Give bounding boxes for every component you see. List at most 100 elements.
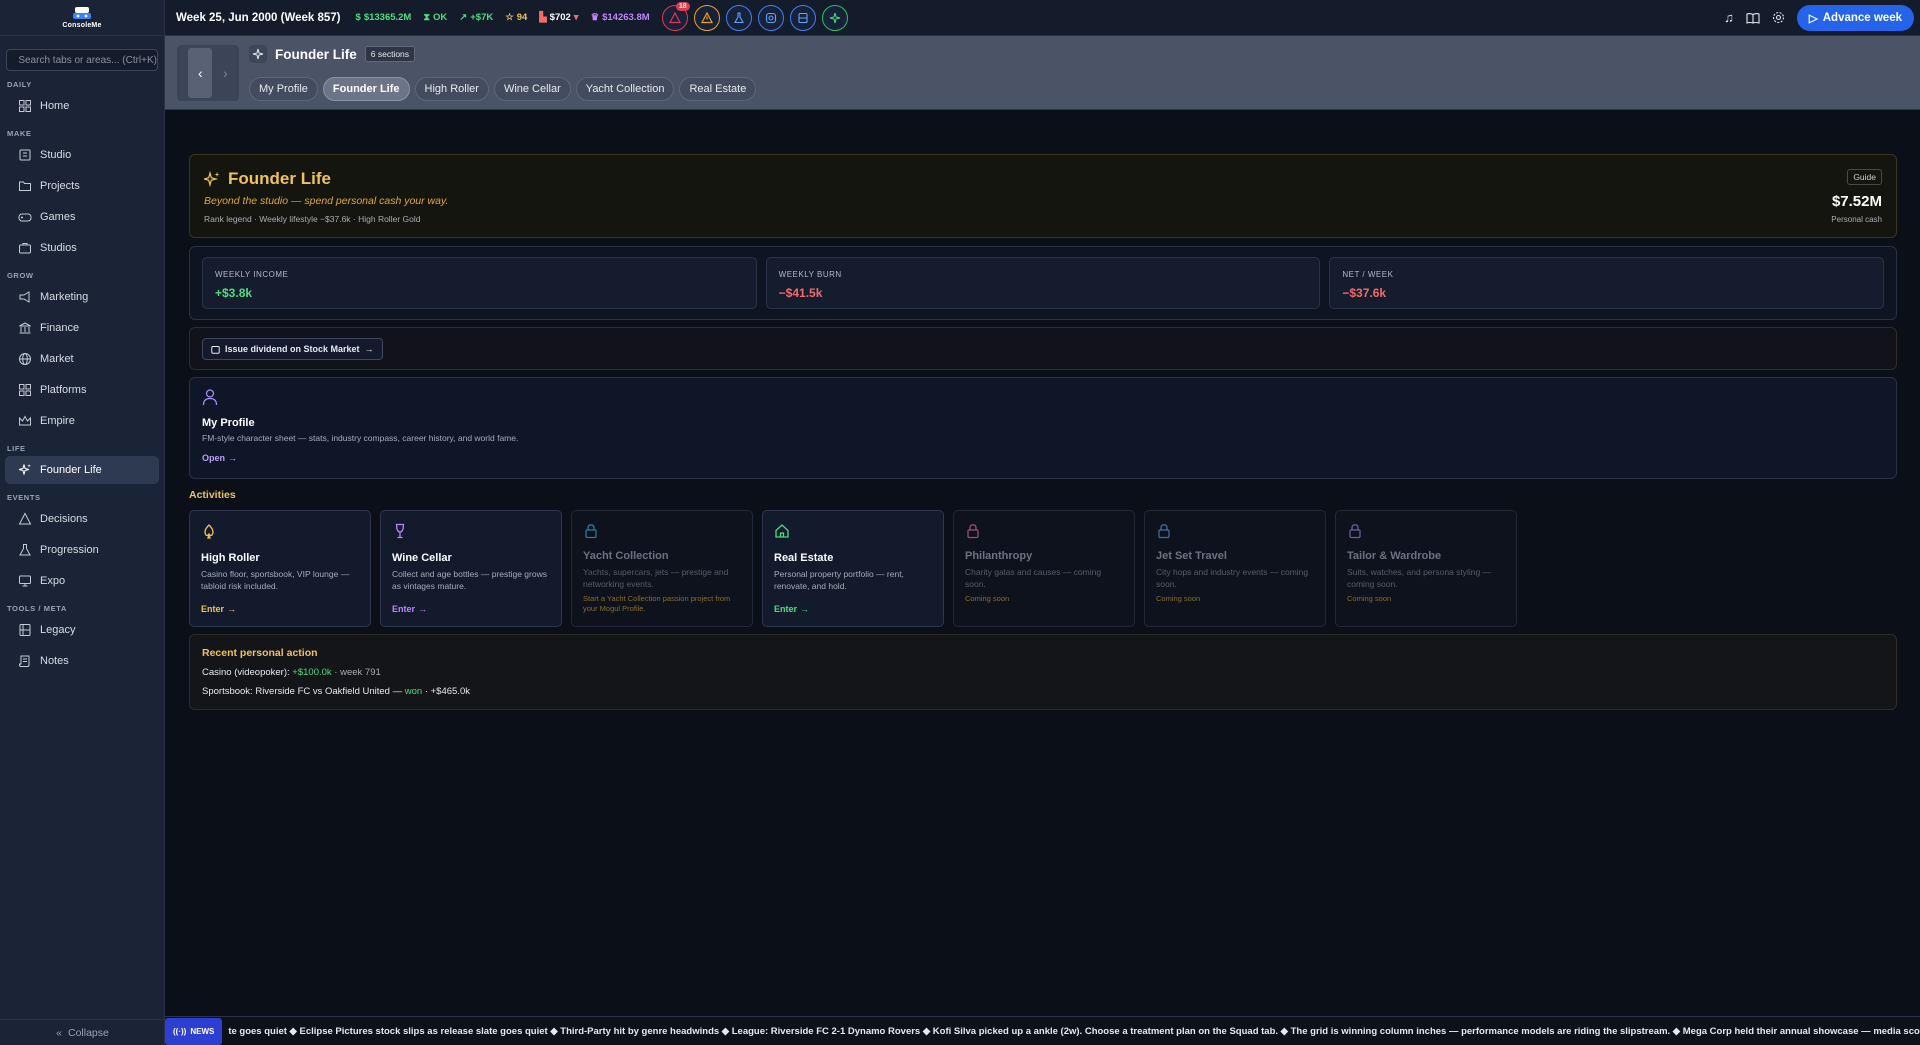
section-tabs: My Profile Founder Life High Roller Wine Ce… — [249, 77, 757, 101]
price-value: $702 — [549, 12, 571, 23]
sidebar-item-progression[interactable]: Progression — [5, 536, 159, 564]
book-icon[interactable] — [1746, 12, 1760, 24]
price-stat[interactable]: ▙ $702 ▾ — [539, 12, 578, 23]
sidebar-item-notes[interactable]: Notes — [5, 647, 159, 675]
broadcast-icon: ((·)) — [173, 1026, 187, 1036]
trend-stat[interactable]: ↗ +$7K — [459, 12, 493, 23]
sidebar-item-market[interactable]: Market — [5, 345, 159, 373]
tab-my-profile[interactable]: My Profile — [249, 77, 318, 101]
sidebar-item-legacy[interactable]: Legacy — [5, 616, 159, 644]
advance-week-button[interactable]: ▷ Advance week — [1796, 4, 1914, 31]
sparkles-icon — [204, 171, 220, 187]
crown-icon: ♛ — [590, 12, 600, 23]
rating-value: 94 — [516, 12, 528, 23]
activity-card-wine-cellar[interactable]: Wine Cellar Collect and age bottles — pre… — [380, 510, 562, 627]
sidebar-item-studios[interactable]: Studios — [5, 234, 159, 262]
sidebar-item-label: Finance — [40, 322, 80, 334]
settings-cog-button[interactable] — [757, 4, 784, 31]
sidebar-item-finance[interactable]: Finance — [5, 314, 159, 342]
activity-card-philanthropy: Philanthropy Charity galas and causes — c… — [953, 510, 1135, 627]
sidebar-item-label: Marketing — [40, 291, 89, 303]
stat-label: WEEKLY BURN — [778, 270, 842, 279]
sidebar-item-marketing[interactable]: Marketing — [5, 283, 159, 311]
globe-icon — [19, 353, 31, 365]
collapse-button[interactable]: « Collapse — [0, 1019, 165, 1045]
guide-button[interactable]: Guide — [1847, 169, 1882, 185]
activity-note: Coming soon — [1156, 593, 1201, 603]
tab-yacht-collection[interactable]: Yacht Collection — [575, 77, 675, 101]
dividend-panel: Issue dividend on Stock Market → — [189, 327, 1897, 370]
activity-card-high-roller[interactable]: High Roller Casino floor, sportsbook, VIP… — [189, 510, 371, 627]
profile-open-link[interactable]: Open → — [202, 453, 1884, 463]
sidebar-item-founder-life[interactable]: Founder Life — [5, 456, 159, 484]
hero-meta: Rank legend · Weekly lifestyle −$37.6k ·… — [204, 214, 421, 224]
personal-cash-label: Personal cash — [1831, 215, 1882, 224]
back-button[interactable]: ‹ — [188, 48, 213, 98]
gear-icon[interactable] — [1772, 11, 1785, 24]
activity-enter-link[interactable]: Enter → — [774, 604, 809, 614]
sidebar-item-label: Progression — [40, 544, 99, 556]
news-badge[interactable]: ((·)) NEWS — [165, 1017, 223, 1045]
sidebar-item-expo[interactable]: Expo — [5, 567, 159, 595]
hero-title: Founder Life — [228, 169, 331, 188]
sidebar-item-studio[interactable]: Studio — [5, 141, 159, 169]
app-logo[interactable]: ConsoleMe — [0, 0, 164, 36]
stat-value: +$3.8k — [215, 286, 253, 300]
activity-enter-link[interactable]: Enter → — [392, 604, 427, 614]
sidebar-item-decisions[interactable]: Decisions — [5, 505, 159, 533]
music-icon[interactable]: ♫ — [1724, 10, 1734, 25]
sidebar-search-input[interactable]: Search tabs or areas... (Ctrl+K) — [6, 49, 158, 71]
folder-icon — [19, 181, 31, 191]
sidebar-item-projects[interactable]: Projects — [5, 172, 159, 200]
rating-stat[interactable]: ☆ 94 — [505, 12, 527, 23]
grid-icon — [19, 100, 31, 112]
issue-dividend-button[interactable]: Issue dividend on Stock Market → — [202, 338, 383, 360]
activity-desc: Casino floor, sportsbook, VIP lounge — t… — [201, 569, 350, 592]
tab-founder-life[interactable]: Founder Life — [322, 77, 410, 101]
recent-line1-suffix: · week 791 — [331, 667, 381, 678]
recent-line-casino: Casino (videopoker): +$100.0k · week 791 — [202, 667, 1884, 678]
recent-line2-prefix: Sportsbook: Riverside FC vs Oakfield Uni… — [202, 686, 405, 697]
activity-card-tailor-wardrobe: Tailor & Wardrobe Suits, watches, and per… — [1335, 510, 1517, 627]
sidebar-item-empire[interactable]: Empire — [5, 407, 159, 435]
trend-value: +$7K — [470, 12, 494, 23]
sidebar-item-platforms[interactable]: Platforms — [5, 376, 159, 404]
flask-icon — [19, 544, 31, 556]
tab-high-roller[interactable]: High Roller — [414, 77, 489, 101]
caret-down-icon: ▾ — [573, 12, 579, 23]
sidebar-item-home[interactable]: Home — [5, 92, 159, 120]
cash-value: $13365.2M — [363, 12, 412, 23]
cash-stat[interactable]: $ $13365.2M — [356, 12, 412, 23]
research-button[interactable] — [725, 4, 752, 31]
activity-enter-link[interactable]: Enter → — [201, 604, 236, 614]
arrow-right-icon: → — [228, 453, 238, 463]
status-value: OK — [433, 12, 448, 23]
sidebar-item-games[interactable]: Games — [5, 203, 159, 231]
founder-life-button[interactable] — [821, 4, 848, 31]
recent-line1-amount: +$100.0k — [292, 667, 332, 678]
empire-value-stat[interactable]: ♛ $14263.8M — [591, 12, 650, 23]
alerts-button[interactable]: 18 — [661, 1, 690, 31]
my-profile-card[interactable]: My Profile FM-style character sheet — st… — [189, 377, 1897, 479]
issue-dividend-label: Issue dividend on Stock Market — [225, 344, 360, 354]
caution-icon — [700, 11, 713, 23]
bank-icon — [19, 322, 31, 334]
main-content: Founder Life Beyond the studio — spend p… — [189, 154, 1897, 710]
crown-icon — [19, 415, 31, 426]
briefcase-icon — [19, 243, 31, 254]
activity-card-real-estate[interactable]: Real Estate Personal property portfolio —… — [762, 510, 944, 627]
forward-button[interactable]: › — [223, 65, 228, 81]
history-nav: ‹ › — [177, 45, 239, 101]
flask-icon — [733, 11, 744, 23]
tab-real-estate[interactable]: Real Estate — [679, 77, 757, 101]
caution-button[interactable] — [693, 4, 720, 31]
film-button[interactable] — [789, 4, 816, 31]
nav-section-label: LIFE — [7, 444, 26, 453]
search-placeholder: Search tabs or areas... (Ctrl+K) — [18, 54, 157, 66]
profile-open-label: Open — [202, 453, 226, 463]
wine-glass-icon — [395, 523, 405, 539]
nav-section-label: TOOLS / META — [7, 604, 67, 613]
tab-wine-cellar[interactable]: Wine Cellar — [493, 77, 571, 101]
sidebar-item-label: Notes — [40, 655, 69, 667]
status-stat[interactable]: ⧗ OK — [423, 12, 447, 23]
